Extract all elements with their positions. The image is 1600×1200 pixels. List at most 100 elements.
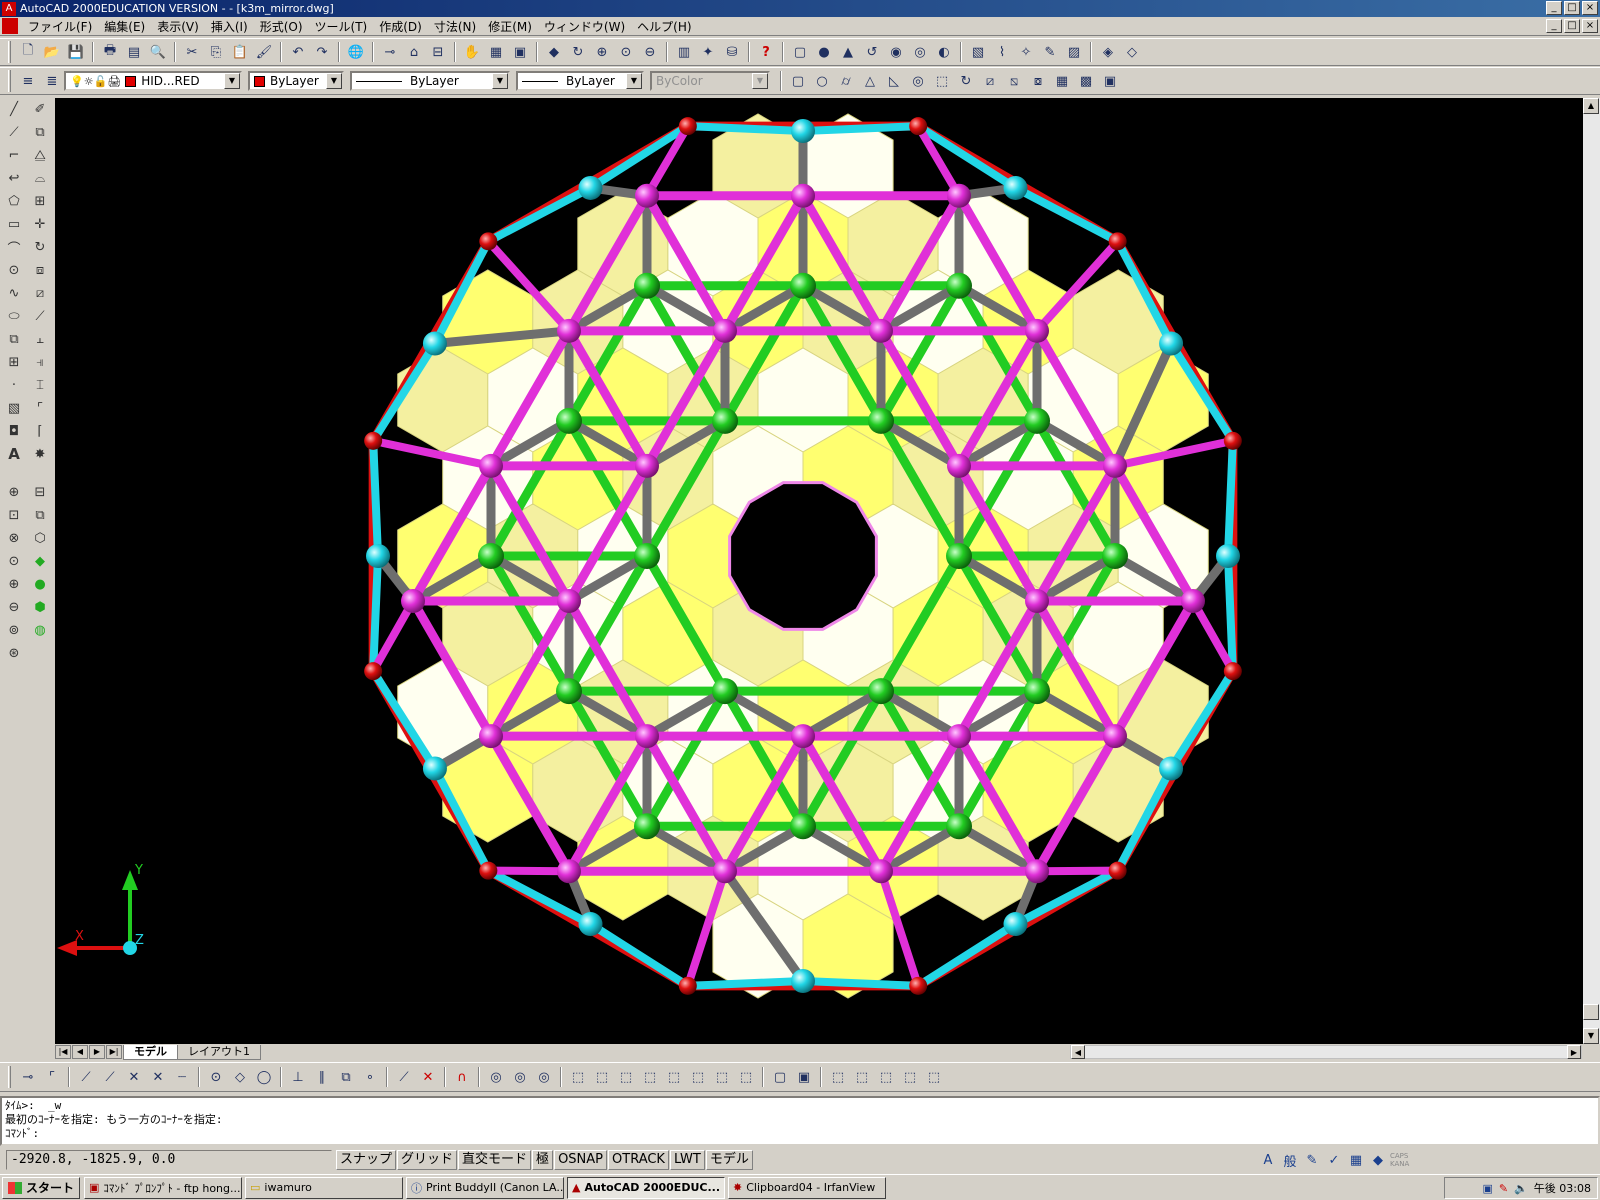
close-button[interactable]: × xyxy=(1582,1,1598,15)
snap-nearest-icon[interactable]: ⟋ xyxy=(393,1066,415,1088)
shade-edges-icon[interactable]: ⬢ xyxy=(29,596,51,618)
menu-window[interactable]: ウィンドウ(W) xyxy=(538,18,631,35)
model-toggle[interactable]: モデル xyxy=(705,1150,753,1170)
chevron-down-icon[interactable]: ▼ xyxy=(626,73,642,89)
volume-icon[interactable]: 🔈 xyxy=(1514,1182,1528,1195)
coordinate-readout[interactable]: -2920.8, -1825.9, 0.0 xyxy=(6,1150,332,1170)
snap-extension-icon[interactable]: ┈ xyxy=(171,1066,193,1088)
zoom-scale-icon[interactable]: ⊙ xyxy=(3,550,25,572)
layer-dropdown[interactable]: 💡☼🔓🖨 HID...RED ▼ xyxy=(64,71,242,91)
command-window[interactable]: ﾀｲﾑ>: _w 最初のｺｰﾅｰを指定: もう一方のｺｰﾅｰを指定: ｺﾏﾝﾄﾞ… xyxy=(0,1096,1600,1146)
block-icon[interactable]: ⧉ xyxy=(3,328,25,350)
solid-subtract-icon[interactable]: ⬚ xyxy=(875,1066,897,1088)
tab-model[interactable]: モデル xyxy=(123,1044,178,1060)
ime-a-icon[interactable]: A xyxy=(1258,1150,1278,1170)
document-icon[interactable] xyxy=(2,18,18,34)
circle-icon[interactable]: ⊙ xyxy=(3,259,25,281)
snap-none-icon[interactable]: ✕ xyxy=(417,1066,439,1088)
snap-tangent-icon[interactable]: ◯ xyxy=(253,1066,275,1088)
distance-icon[interactable]: ⊟ xyxy=(427,41,449,63)
ime-mode-icon[interactable]: 般 xyxy=(1280,1150,1300,1170)
scene-icon[interactable]: ▧ xyxy=(967,41,989,63)
copy-icon[interactable]: ⎘ xyxy=(205,41,227,63)
setup-view-icon[interactable]: ▩ xyxy=(1075,70,1097,92)
named-views-icon[interactable]: ⊟ xyxy=(29,481,51,503)
solid-box-icon[interactable]: ▢ xyxy=(789,41,811,63)
drawing-canvas[interactable]: Y X Z xyxy=(55,98,1583,1044)
snap-center-icon[interactable]: ⊙ xyxy=(205,1066,227,1088)
zoom-icon[interactable]: ⊖ xyxy=(639,41,661,63)
osnap-settings-icon[interactable]: ∩ xyxy=(451,1066,473,1088)
box-icon[interactable]: ▢ xyxy=(787,70,809,92)
chevron-down-icon[interactable]: ▼ xyxy=(492,73,508,89)
union-icon[interactable]: ◉ xyxy=(885,41,907,63)
break-icon[interactable]: ⌶ xyxy=(29,374,51,396)
layers-icon[interactable]: ≡ xyxy=(17,70,39,92)
ucs-origin-icon[interactable]: ⬚ xyxy=(591,1066,613,1088)
explode-icon[interactable]: ✸ xyxy=(29,443,51,465)
extrude-icon[interactable]: ▲ xyxy=(837,41,859,63)
cut-icon[interactable]: ✂ xyxy=(181,41,203,63)
viewport-2-icon[interactable]: ▣ xyxy=(793,1066,815,1088)
menu-file[interactable]: ファイル(F) xyxy=(22,18,98,35)
menu-draw[interactable]: 作成(D) xyxy=(373,18,428,35)
view-iso-icon[interactable]: ⬡ xyxy=(29,527,51,549)
region-icon[interactable]: ◘ xyxy=(3,420,25,442)
lineweight-dropdown[interactable]: ByLayer ▼ xyxy=(516,71,644,91)
zoom-extents-icon[interactable]: ⊛ xyxy=(3,642,25,664)
properties-icon[interactable]: ◆ xyxy=(1368,1150,1388,1170)
rotate-icon[interactable]: ↻ xyxy=(29,236,51,258)
lwt-toggle[interactable]: LWT xyxy=(669,1150,705,1170)
offset-icon[interactable]: ⌓ xyxy=(29,167,51,189)
revolve-icon[interactable]: ↺ xyxy=(861,41,883,63)
vertical-scrollbar[interactable]: ▲ ▼ xyxy=(1583,98,1600,1044)
ucs-object-icon[interactable]: ⬚ xyxy=(663,1066,685,1088)
hyperlink-icon[interactable]: 🌐 xyxy=(345,41,367,63)
otrack-toggle[interactable]: OTRACK xyxy=(608,1150,669,1170)
landscape-icon[interactable]: ⌇ xyxy=(991,41,1013,63)
snap-insert-icon[interactable]: ⧉ xyxy=(335,1066,357,1088)
first-tab-icon[interactable]: |◀ xyxy=(55,1045,71,1059)
preview-icon[interactable]: ▤ xyxy=(123,41,145,63)
properties-icon[interactable]: ▦ xyxy=(485,41,507,63)
zoom-in-icon[interactable]: ⊕ xyxy=(3,573,25,595)
stretch-icon[interactable]: ⧄ xyxy=(29,282,51,304)
network-icon[interactable]: ▣ xyxy=(1482,1182,1492,1195)
slice-icon[interactable]: ⧄ xyxy=(979,70,1001,92)
menu-view[interactable]: 表示(V) xyxy=(151,18,205,35)
solid-sphere-icon[interactable]: ● xyxy=(813,41,835,63)
hatch-icon[interactable]: ▧ xyxy=(3,397,25,419)
intersect-icon[interactable]: ◐ xyxy=(933,41,955,63)
setup-drawing-icon[interactable]: ▦ xyxy=(1051,70,1073,92)
setup-profile-icon[interactable]: ▣ xyxy=(1099,70,1121,92)
toolbar-grip[interactable] xyxy=(8,70,11,92)
solid-edit-icon[interactable]: ⬚ xyxy=(827,1066,849,1088)
cylinder-icon[interactable]: ⌭ xyxy=(835,70,857,92)
linetype-dropdown[interactable]: ByLayer ▼ xyxy=(350,71,510,91)
orbit-icon[interactable]: ↻ xyxy=(567,41,589,63)
ellipse-icon[interactable]: ⬭ xyxy=(3,305,25,327)
autocad-app-icon[interactable]: A xyxy=(2,1,16,16)
point-icon[interactable]: · xyxy=(3,374,25,396)
xline-icon[interactable]: ⟋ xyxy=(3,121,25,143)
open-icon[interactable]: 📂 xyxy=(41,41,63,63)
ucs-3point-icon[interactable]: ⬚ xyxy=(639,1066,661,1088)
maximize-button[interactable]: □ xyxy=(1564,1,1580,15)
shade-gouraud-icon[interactable]: ● xyxy=(29,573,51,595)
doc-restore-button[interactable]: □ xyxy=(1564,19,1580,33)
pan-icon[interactable]: ✋ xyxy=(461,41,483,63)
new-icon[interactable]: 🗋 xyxy=(17,41,39,63)
lights-icon[interactable]: ✧ xyxy=(1015,41,1037,63)
matchprop-icon[interactable]: 🖌 xyxy=(253,41,275,63)
layer-previous-icon[interactable]: ≣ xyxy=(41,70,63,92)
render-icon[interactable]: ✦ xyxy=(697,41,719,63)
osnap-toggle[interactable]: OSNAP xyxy=(554,1150,608,1170)
minimize-button[interactable]: _ xyxy=(1546,1,1562,15)
wedge-icon[interactable]: ◺ xyxy=(883,70,905,92)
chamfer-icon[interactable]: ⌜ xyxy=(29,397,51,419)
grid-toggle[interactable]: グリッド xyxy=(397,1150,458,1170)
revolve-icon[interactable]: ↻ xyxy=(955,70,977,92)
chevron-down-icon[interactable]: ▼ xyxy=(224,73,240,89)
design-center-icon[interactable]: ▣ xyxy=(509,41,531,63)
dictionary-icon[interactable]: ✓ xyxy=(1324,1150,1344,1170)
